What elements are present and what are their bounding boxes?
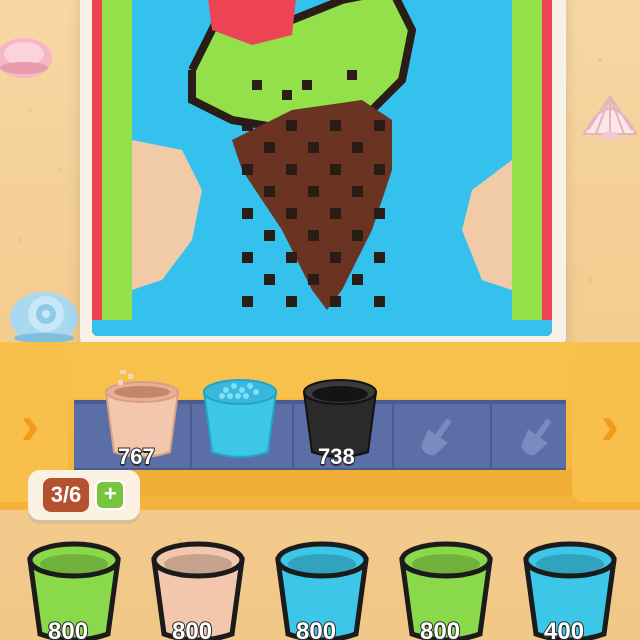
belt-divider — [490, 404, 492, 468]
scroll-right-button[interactable]: › — [572, 348, 640, 502]
belt-divider — [190, 404, 192, 468]
bucket-count: 800 — [171, 617, 213, 640]
shovel-icon — [421, 419, 451, 456]
bucket-count: 800 — [47, 617, 89, 640]
add-slot-button[interactable]: + — [95, 480, 126, 510]
queue-bucket[interactable]: 400 — [520, 530, 620, 640]
queue-bucket[interactable]: 800 — [396, 530, 496, 640]
bucket-count: 767 — [117, 443, 156, 470]
bucket-count: 800 — [419, 617, 461, 640]
belt-divider — [292, 404, 294, 468]
slot-count: 3/6 — [42, 478, 90, 512]
chevron-right-icon: › — [20, 393, 40, 456]
belt-divider — [392, 404, 394, 468]
bucket-count: 738 — [317, 443, 356, 470]
shovel-icon — [521, 419, 551, 456]
queue-bucket[interactable]: 800 — [24, 530, 124, 640]
conveyor-bucket-blue[interactable] — [198, 370, 282, 462]
queue-bucket[interactable]: 800 — [272, 530, 372, 640]
pink-shell-icon — [0, 38, 52, 78]
scallop-shell-icon — [582, 95, 638, 140]
bucket-count: 800 — [295, 617, 337, 640]
bucket-count: 400 — [543, 617, 585, 640]
chevron-right-icon: › — [600, 393, 620, 456]
pixel-artwork — [92, 0, 552, 336]
slot-counter: 3/6 + — [28, 470, 140, 520]
snail-shell-icon — [10, 292, 78, 344]
queue-bucket[interactable]: 800 — [148, 530, 248, 640]
